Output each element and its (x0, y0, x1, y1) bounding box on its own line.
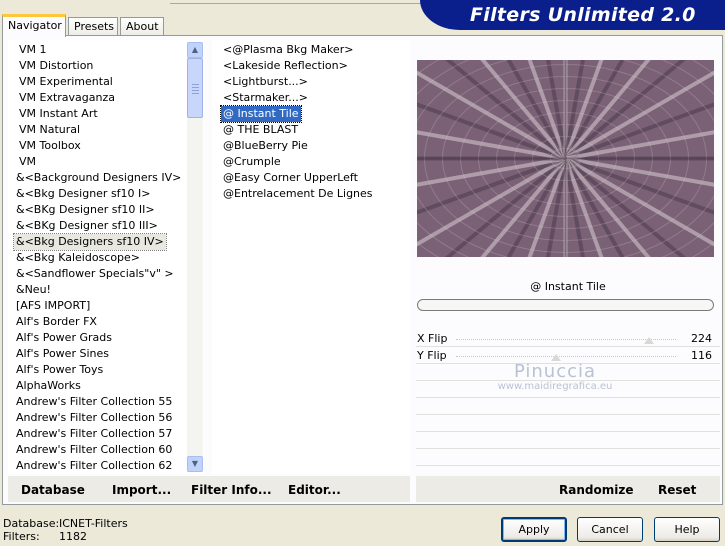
tab-navigator[interactable]: Navigator (2, 14, 66, 37)
category-item[interactable]: VM (17, 154, 38, 170)
slider-empty-row (416, 399, 720, 415)
category-item[interactable]: &Neu! (14, 282, 53, 298)
watermark-name: Pinuccia (513, 361, 597, 382)
scroll-down-icon[interactable]: ▼ (187, 456, 203, 472)
category-item[interactable]: VM Experimental (17, 74, 115, 90)
slider-empty-row (416, 450, 720, 466)
category-item[interactable]: Andrew's Filter Collection 55 (14, 394, 174, 410)
filter-item[interactable]: @BlueBerry Pie (221, 138, 310, 154)
category-item[interactable]: &<Bkg Designers sf10 IV> (13, 233, 167, 251)
filter-item[interactable]: <Starmaker...> (221, 90, 310, 106)
scroll-up-icon[interactable]: ▲ (187, 42, 203, 58)
category-item[interactable]: [AFS IMPORT] (14, 298, 92, 314)
slider-value: 116 (691, 349, 712, 362)
category-item[interactable]: &<Bkg Kaleidoscope> (14, 250, 142, 266)
reset-button[interactable]: Reset (658, 483, 696, 497)
category-item[interactable]: Andrew's Filter Collection 60 (14, 442, 174, 458)
filters-label: Filters: (3, 530, 40, 543)
slider-track[interactable] (456, 339, 676, 340)
database-button-label: Database (21, 483, 85, 497)
category-item[interactable]: Alf's Power Toys (14, 362, 105, 378)
category-item[interactable]: Andrew's Filter Collection 56 (14, 410, 174, 426)
category-scrollbar[interactable]: ▲ ▼ (187, 42, 203, 472)
editor-button-label: Editor... (288, 483, 341, 497)
filter-list[interactable]: <@Plasma Bkg Maker> <Lakeside Reflection>… (212, 40, 410, 474)
tab-about[interactable]: About (120, 17, 164, 36)
category-item[interactable]: &<Sandflower Specials"v" > (14, 266, 176, 282)
category-item[interactable]: &<BKg Designer sf10 III> (14, 218, 160, 234)
category-item[interactable]: Alf's Power Sines (14, 346, 111, 362)
filter-item[interactable]: <Lightburst...> (221, 74, 310, 90)
category-item[interactable]: VM Toolbox (17, 138, 83, 154)
filter-item[interactable]: <@Plasma Bkg Maker> (221, 42, 355, 58)
category-item[interactable]: Andrew's Filter Collection 62 (14, 458, 174, 474)
category-list[interactable]: VM 1 VM Distortion VM Experimental VM Extra… (8, 40, 204, 474)
randomize-button[interactable]: Randomize (559, 483, 633, 497)
slider-value: 224 (691, 332, 712, 345)
category-item[interactable]: &<BKg Designer sf10 II> (14, 202, 157, 218)
filter-info-button-label: Filter Info... (191, 483, 272, 497)
category-item[interactable]: VM Natural (17, 122, 82, 138)
category-item[interactable]: AlphaWorks (14, 378, 83, 394)
preview-image (417, 60, 714, 257)
slider-x-flip[interactable]: X Flip 224 (416, 331, 720, 347)
category-item[interactable]: VM Distortion (17, 58, 95, 74)
filter-item[interactable]: @Entrelacement De Lignes (221, 186, 375, 202)
category-item[interactable]: Alf's Border FX (14, 314, 99, 330)
filter-info-button[interactable]: Filter Info... (191, 483, 272, 497)
watermark-url: www.maidiregrafica.eu (497, 381, 613, 392)
slider-track[interactable] (456, 356, 676, 357)
category-item[interactable]: &<Background Designers IV> (14, 170, 183, 186)
app-title: Filters Unlimited 2.0 (470, 4, 696, 26)
editor-button[interactable]: Editor... (288, 483, 341, 497)
filter-item[interactable]: @ Instant Tile (220, 105, 302, 123)
category-item[interactable]: VM Instant Art (17, 106, 100, 122)
category-item[interactable]: &<Bkg Designer sf10 I> (14, 186, 153, 202)
parameter-sliders: X Flip 224 Y Flip 116 (416, 331, 720, 474)
scroll-thumb[interactable] (187, 58, 203, 118)
selected-filter-name: @ Instant Tile (530, 280, 606, 293)
filters-count: 1182 (59, 530, 87, 543)
database-button[interactable]: Database (21, 483, 85, 497)
category-item[interactable]: Andrew's Filter Collection 57 (14, 426, 174, 442)
randomize-button-label: Randomize (559, 483, 634, 497)
slider-thumb[interactable] (644, 337, 655, 344)
filter-item[interactable]: @Crumple (221, 154, 283, 170)
database-label: Database: (3, 517, 60, 530)
slider-label: Y Flip (417, 349, 447, 362)
apply-button[interactable]: Apply (501, 517, 567, 542)
category-item[interactable]: VM 1 (17, 42, 49, 58)
filter-item[interactable]: <Lakeside Reflection> (221, 58, 350, 74)
slider-thumb[interactable] (551, 354, 562, 361)
filter-item[interactable]: @Easy Corner UpperLeft (221, 170, 360, 186)
category-item[interactable]: Alf's Power Grads (14, 330, 114, 346)
import-button[interactable]: Import... (112, 483, 171, 497)
help-button[interactable]: Help (654, 517, 720, 542)
slider-empty-row (416, 433, 720, 449)
tab-presets[interactable]: Presets (68, 17, 118, 36)
slider-empty-row (416, 416, 720, 432)
title-strip (170, 0, 430, 4)
progress-bar (417, 299, 714, 311)
filter-item[interactable]: @ THE BLAST (221, 122, 300, 138)
cancel-button[interactable]: Cancel (577, 517, 643, 542)
category-item[interactable]: VM Extravaganza (17, 90, 117, 106)
slider-label: X Flip (417, 332, 448, 345)
reset-button-label: Reset (658, 483, 697, 497)
import-button-label: Import... (112, 483, 172, 497)
database-value: ICNET-Filters (59, 517, 128, 530)
